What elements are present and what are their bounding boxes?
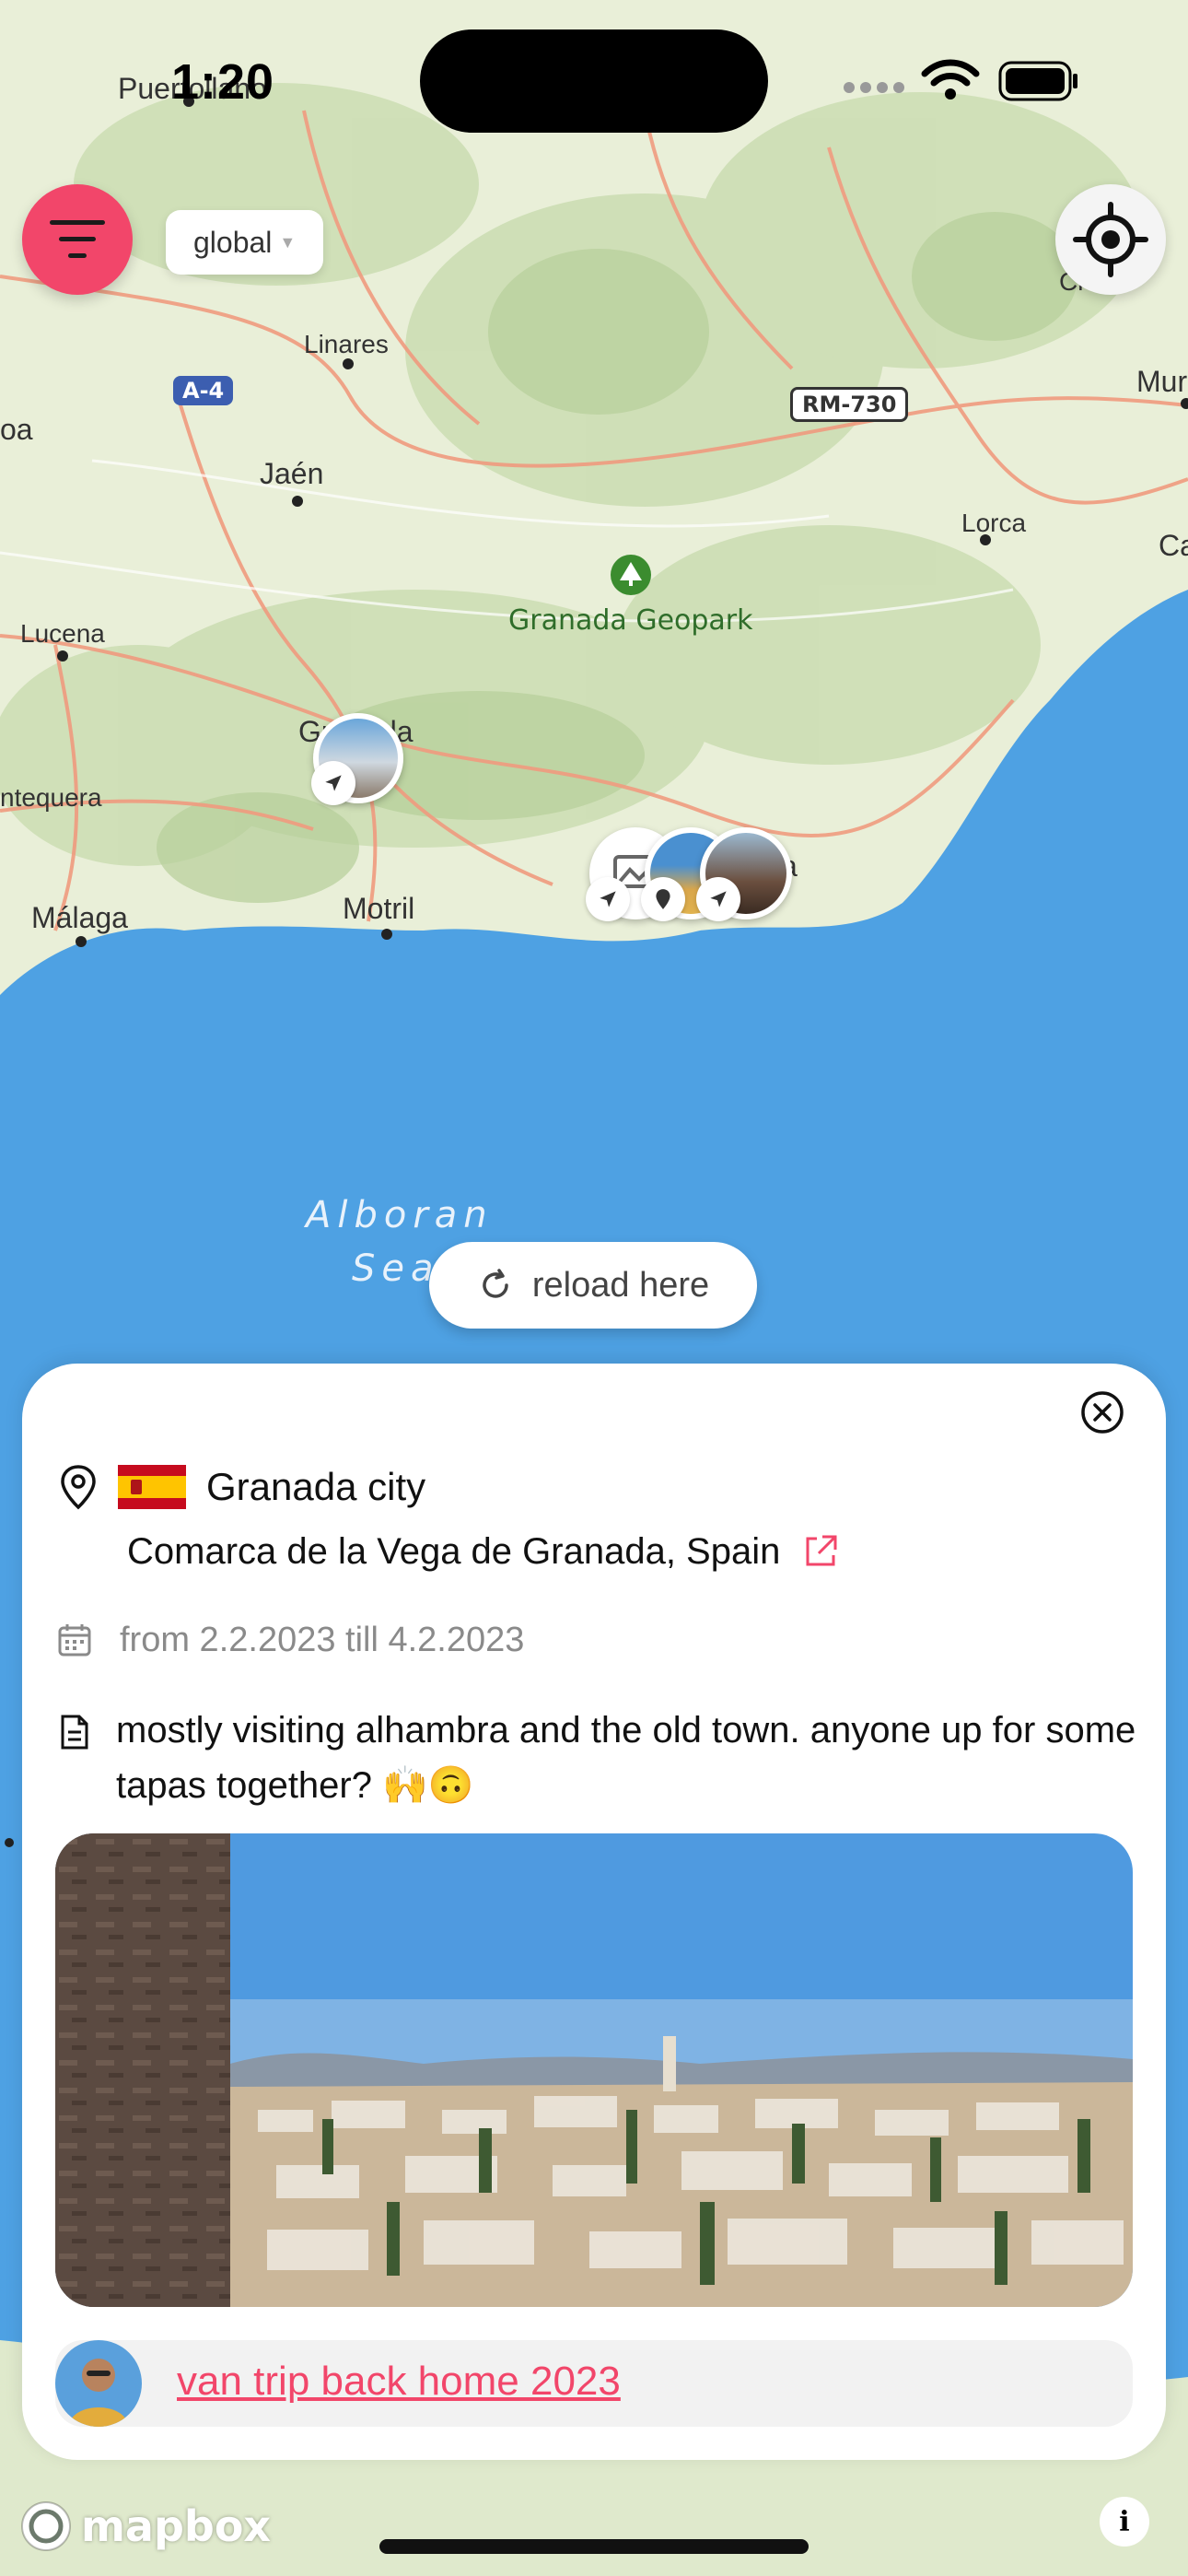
crosshair-icon xyxy=(1073,202,1148,277)
close-icon[interactable] xyxy=(1079,1389,1125,1435)
location-pin-icon xyxy=(61,1465,96,1510)
map-label-edge-right-1: Mur xyxy=(1136,365,1188,398)
status-time: 1:20 xyxy=(171,54,275,110)
signal-dots-icon xyxy=(844,82,904,93)
map-label-lucena: Lucena xyxy=(20,619,105,648)
scope-select-value: global xyxy=(193,225,273,259)
navigation-arrow-icon xyxy=(311,761,355,805)
place-title: Granada city xyxy=(206,1465,426,1508)
description-text: mostly visiting alhambra and the old tow… xyxy=(116,1710,1136,1806)
date-range: from 2.2.2023 till 4.2.2023 xyxy=(120,1620,525,1659)
info-button[interactable]: i xyxy=(1100,2497,1149,2547)
locate-me-button[interactable] xyxy=(1055,184,1166,295)
map-label-sea-line1: Alboran xyxy=(306,1194,494,1236)
calendar-icon xyxy=(58,1624,91,1657)
scope-select[interactable]: global ▼ xyxy=(166,210,324,275)
battery-icon xyxy=(998,61,1077,101)
dynamic-island xyxy=(420,29,768,133)
navigation-arrow-icon xyxy=(696,877,740,921)
navigation-arrow-icon xyxy=(586,877,630,921)
map-label-linares: Linares xyxy=(304,330,389,358)
map-label-antequera: ntequera xyxy=(0,783,102,812)
place-row: Granada city xyxy=(59,1459,425,1515)
mapbox-label: mapbox xyxy=(81,2501,272,2551)
map-label-granada-geopark: Granada Geopark xyxy=(508,604,753,637)
location-pin-icon xyxy=(641,877,685,921)
dates-row: from 2.2.2023 till 4.2.2023 xyxy=(57,1614,524,1666)
reload-label: reload here xyxy=(531,1265,710,1305)
filter-button[interactable] xyxy=(22,184,133,295)
filter-icon xyxy=(50,220,105,258)
document-icon xyxy=(61,1715,88,1750)
region-text: Comarca de la Vega de Granada, Spain xyxy=(127,1530,781,1572)
info-icon: i xyxy=(1119,2505,1130,2538)
map-label-malaga: Málaga xyxy=(31,901,128,934)
map-label-jaen: Jaén xyxy=(260,457,324,490)
refresh-icon xyxy=(483,1269,508,1298)
caret-down-icon: ▼ xyxy=(279,232,297,252)
map-label-motril: Motril xyxy=(343,892,415,925)
mapbox-logo: mapbox xyxy=(18,2499,271,2554)
home-indicator xyxy=(379,2539,809,2554)
reload-here-button[interactable]: reload here xyxy=(429,1242,757,1329)
map-label-lorca: Lorca xyxy=(961,509,1027,537)
location-photo[interactable] xyxy=(55,1833,1133,2307)
external-link-icon[interactable] xyxy=(802,1533,839,1570)
trip-link[interactable]: van trip back home 2023 xyxy=(177,2359,621,2405)
spain-flag-icon xyxy=(118,1465,186,1509)
road-shield-a4: A-4 xyxy=(173,376,234,405)
map-label-sea-line2: Sea xyxy=(352,1247,440,1290)
mapbox-mark-icon xyxy=(21,2501,71,2551)
road-shield-rm730: RM-730 xyxy=(790,387,909,422)
map-label-edge-right-2: Ca xyxy=(1159,529,1188,562)
region-row: Comarca de la Vega de Granada, Spain xyxy=(127,1526,839,1577)
avatar[interactable] xyxy=(55,2340,142,2427)
map-label-edge-left: oa xyxy=(0,413,33,446)
wifi-icon xyxy=(921,59,980,100)
